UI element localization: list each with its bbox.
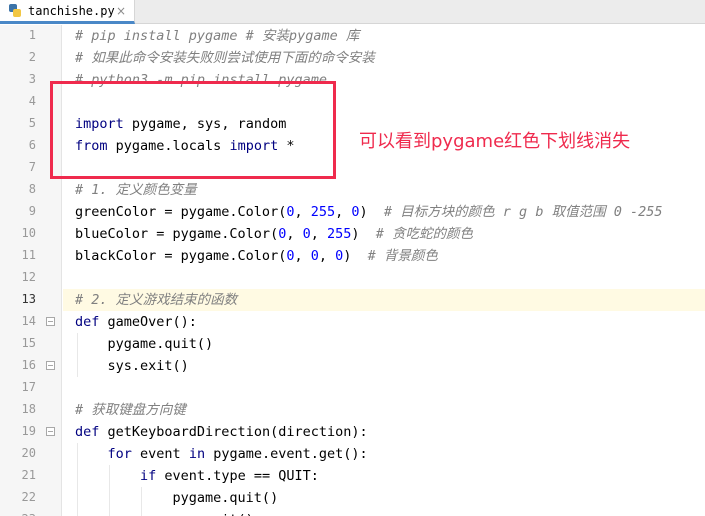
code-token: ,	[286, 226, 303, 242]
line-number: 23	[0, 512, 36, 516]
code-token: ,	[318, 248, 336, 264]
code-token: event	[131, 446, 189, 462]
code-line[interactable]: # 如果此命令安装失败则尝试使用下面的命令安装	[63, 47, 705, 69]
annotation-text: 可以看到pygame红色下划线消失	[359, 131, 631, 152]
code-line[interactable]: for event in pygame.event.get():	[63, 443, 705, 465]
code-line[interactable]: # 2. 定义游戏结束的函数	[63, 289, 705, 311]
code-line[interactable]: pygame.quit()	[63, 487, 705, 509]
tab-label: tanchishe.py	[28, 3, 115, 18]
line-number: 15	[21, 336, 36, 350]
code-token: def	[75, 314, 100, 330]
line-number: 22	[21, 490, 36, 504]
code-line[interactable]: sys.exit()	[63, 509, 705, 516]
code-token: )	[343, 248, 368, 264]
fold-marker-icon[interactable]	[46, 361, 55, 370]
line-number: 6	[28, 138, 36, 152]
line-number: 17	[21, 380, 36, 394]
code-line[interactable]: blackColor = pygame.Color(0, 0, 0) # 背景颜…	[63, 245, 705, 267]
line-number: 4	[28, 94, 36, 108]
line-number: 16	[21, 358, 36, 372]
code-token: def	[75, 424, 100, 440]
code-line[interactable]: # pip install pygame # 安装pygame 库	[63, 25, 705, 47]
line-number: 3	[28, 72, 36, 86]
code-line[interactable]: # 获取键盘方向键	[63, 399, 705, 421]
code-token: event.type == QUIT:	[156, 468, 319, 484]
code-token: # 如果此命令安装失败则尝试使用下面的命令安装	[75, 50, 375, 66]
code-token: )	[351, 226, 376, 242]
line-number: 7	[28, 160, 36, 174]
code-token: sys.exit()	[75, 512, 254, 516]
code-token: pygame.event.get():	[205, 446, 368, 462]
code-token: in	[188, 446, 206, 462]
code-token: ,	[335, 204, 352, 220]
code-line[interactable]: sys.exit()	[63, 355, 705, 377]
line-number: 11	[21, 248, 36, 262]
line-number: 13	[21, 292, 36, 306]
code-token: )	[359, 204, 384, 220]
line-number: 18	[21, 402, 36, 416]
indent-guide	[77, 443, 78, 516]
code-line[interactable]: if event.type == QUIT:	[63, 465, 705, 487]
fold-marker-icon[interactable]	[46, 317, 55, 326]
annotation-box	[50, 81, 336, 179]
code-token: # 贪吃蛇的颜色	[375, 226, 474, 242]
python-file-icon	[8, 3, 22, 18]
code-token: if	[140, 468, 157, 484]
code-token: # 目标方块的颜色 r g b 取值范围 0 -255	[383, 204, 663, 220]
code-token: pygame.quit()	[75, 336, 214, 352]
code-token: 255	[327, 226, 352, 242]
code-line[interactable]: greenColor = pygame.Color(0, 255, 0) # 目…	[63, 201, 705, 223]
code-token: ,	[294, 248, 311, 264]
code-token: greenColor = pygame.Color(	[75, 204, 287, 220]
code-token: blackColor = pygame.Color(	[75, 248, 287, 264]
line-number: 21	[21, 468, 36, 482]
code-line[interactable]: blueColor = pygame.Color(0, 0, 255) # 贪吃…	[63, 223, 705, 245]
code-token: ,	[294, 204, 311, 220]
code-token: pygame.quit()	[75, 490, 279, 506]
line-number: 10	[21, 226, 36, 240]
editor-tab-bar: tanchishe.py ×	[0, 0, 705, 24]
line-number: 8	[28, 182, 36, 196]
code-token: 0	[302, 226, 311, 242]
code-line[interactable]: pygame.quit()	[63, 333, 705, 355]
code-token: # pip install pygame # 安装pygame 库	[75, 28, 360, 44]
line-number: 20	[21, 446, 36, 460]
line-number: 5	[28, 116, 36, 130]
code-token: # 1. 定义颜色变量	[75, 182, 197, 198]
code-line[interactable]: # 1. 定义颜色变量	[63, 179, 705, 201]
code-token: blueColor = pygame.Color(	[75, 226, 279, 242]
code-token: getKeyboardDirection(direction):	[99, 424, 368, 440]
fold-marker-icon[interactable]	[46, 427, 55, 436]
tab-tanchishe[interactable]: tanchishe.py ×	[0, 0, 135, 24]
code-token: # 背景颜色	[367, 248, 438, 264]
line-number: 19	[21, 424, 36, 438]
line-number: 1	[28, 28, 36, 42]
code-line[interactable]	[63, 377, 705, 399]
indent-guide	[77, 333, 78, 377]
code-line[interactable]: def gameOver():	[63, 311, 705, 333]
code-token: gameOver():	[99, 314, 197, 330]
code-token: 0	[310, 248, 319, 264]
code-token: for	[107, 446, 132, 462]
code-line[interactable]: def getKeyboardDirection(direction):	[63, 421, 705, 443]
close-icon[interactable]: ×	[116, 4, 126, 18]
code-token: sys.exit()	[75, 358, 189, 374]
code-token: ,	[310, 226, 328, 242]
code-line[interactable]	[63, 267, 705, 289]
indent-guide	[109, 465, 110, 516]
line-number: 12	[21, 270, 36, 284]
code-token: # 2. 定义游戏结束的函数	[75, 292, 238, 308]
indent-guide	[141, 487, 142, 516]
code-token: # 获取键盘方向键	[75, 402, 186, 418]
line-number: 9	[28, 204, 36, 218]
code-token: 0	[351, 204, 360, 220]
code-token: 255	[310, 204, 336, 220]
line-number: 14	[21, 314, 36, 328]
line-number: 2	[28, 50, 36, 64]
